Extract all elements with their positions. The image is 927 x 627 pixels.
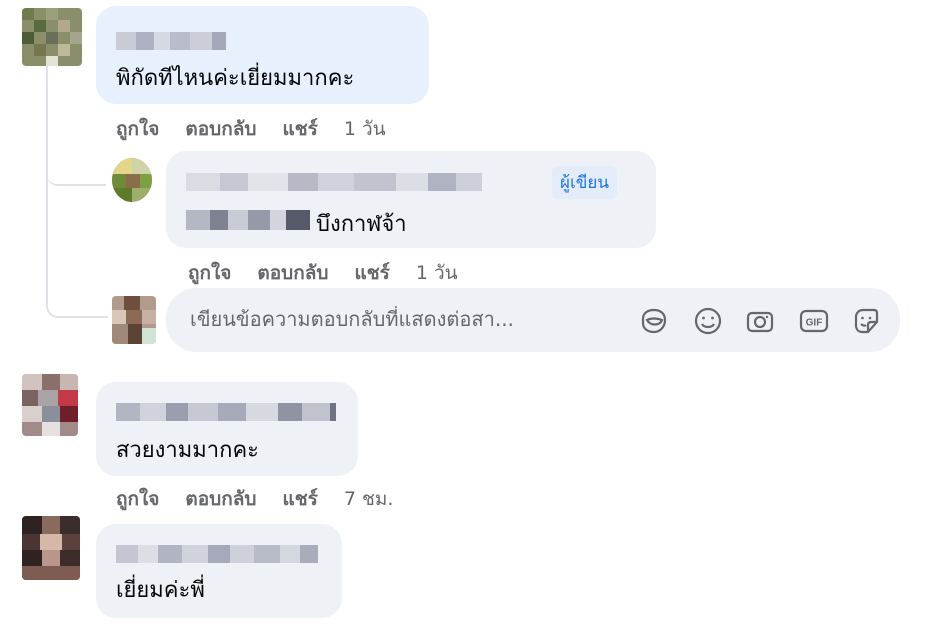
svg-text:GIF: GIF [806, 318, 823, 329]
mentioned-name[interactable] [186, 210, 310, 230]
avatar[interactable] [112, 158, 152, 202]
comment-actions: ถูกใจ ตอบกลับ แชร์ 7 ชม. [116, 484, 419, 514]
reply-button[interactable]: ตอบกลับ [185, 488, 256, 510]
share-button[interactable]: แชร์ [354, 262, 389, 284]
reply-input[interactable] [188, 306, 622, 332]
like-button[interactable]: ถูกใจ [188, 262, 231, 284]
comment-text: พิกัดทีไหนค่ะเยี่ยมมากคะ [116, 66, 355, 91]
avatar[interactable] [22, 8, 82, 66]
share-button[interactable]: แชร์ [282, 118, 317, 140]
reply-button[interactable]: ตอบกลับ [257, 262, 328, 284]
timestamp[interactable]: 1 วัน [344, 118, 386, 140]
timestamp[interactable]: 7 ชม. [344, 488, 394, 510]
avatar-sticker-icon[interactable] [638, 305, 670, 337]
comment-text: สวยงามมากคะ [116, 438, 259, 463]
current-user-avatar[interactable] [112, 296, 156, 344]
avatar[interactable] [22, 374, 78, 436]
comment-text: บึงกาฬจ้า [316, 212, 407, 237]
share-button[interactable]: แชร์ [282, 488, 317, 510]
comment-text: เยี่ยมค่ะพี่ [116, 578, 205, 603]
like-button[interactable]: ถูกใจ [116, 118, 159, 140]
comment-actions: ถูกใจ ตอบกลับ แชร์ 1 วัน [188, 258, 484, 288]
reply-button[interactable]: ตอบกลับ [185, 118, 256, 140]
camera-icon[interactable] [744, 305, 776, 337]
emoji-icon[interactable] [692, 305, 724, 337]
commenter-name[interactable] [116, 32, 226, 50]
commenter-name[interactable] [116, 403, 336, 421]
reply-box: GIF [166, 288, 900, 352]
sticker-icon[interactable] [850, 305, 882, 337]
commenter-name[interactable] [186, 173, 482, 191]
like-button[interactable]: ถูกใจ [116, 488, 159, 510]
gif-icon[interactable]: GIF [798, 305, 830, 337]
comment-actions: ถูกใจ ตอบกลับ แชร์ 1 วัน [116, 114, 412, 144]
commenter-name[interactable] [116, 545, 318, 563]
timestamp[interactable]: 1 วัน [416, 262, 458, 284]
avatar[interactable] [22, 516, 80, 580]
author-badge: ผู้เขียน [552, 166, 617, 199]
